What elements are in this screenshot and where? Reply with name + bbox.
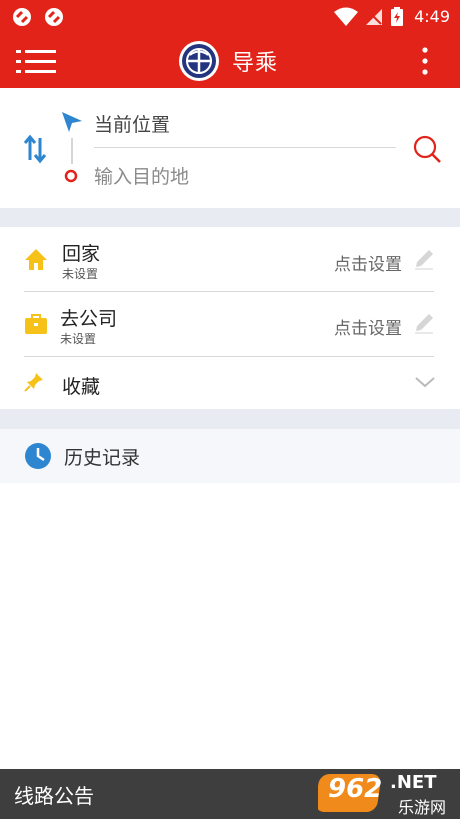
app-notification-icon — [45, 8, 63, 26]
wifi-icon — [334, 7, 358, 26]
edit-pencil-icon[interactable] — [412, 247, 436, 271]
watermark-brand: 962 — [328, 774, 383, 804]
clock-icon — [25, 443, 51, 469]
shortcut-home-subtitle: 未设置 — [62, 267, 99, 281]
status-time: 4:49 — [414, 7, 450, 26]
shortcut-work-action[interactable]: 点击设置 — [334, 314, 402, 339]
edit-pencil-icon[interactable] — [412, 311, 436, 335]
shortcut-home-title: 回家 — [62, 243, 101, 265]
watermark-logo: 962 .NET 乐游网 — [315, 772, 454, 817]
app-title-group: 导乘 — [178, 40, 278, 82]
search-icon[interactable] — [412, 134, 442, 164]
shortcut-home-action[interactable]: 点击设置 — [334, 250, 402, 275]
shortcut-work-title: 去公司 — [60, 308, 118, 330]
shortcut-work-subtitle: 未设置 — [60, 332, 97, 346]
watermark-suffix: .NET — [390, 772, 437, 793]
pin-icon — [24, 373, 43, 392]
section-separator — [0, 409, 460, 429]
current-location-icon — [62, 112, 82, 132]
input-divider — [94, 147, 396, 148]
battery-charging-icon — [391, 7, 403, 26]
announcement-label: 线路公告 — [14, 784, 94, 808]
home-icon — [25, 249, 47, 270]
destination-input[interactable] — [94, 164, 394, 190]
more-options-icon[interactable] — [412, 44, 438, 78]
route-connector-line — [71, 138, 73, 164]
briefcase-icon — [25, 314, 47, 334]
history-label: 历史记录 — [64, 447, 141, 469]
app-notification-icon — [13, 8, 31, 26]
route-input-card — [0, 88, 460, 208]
app-title: 导乘 — [232, 51, 279, 76]
no-signal-icon — [366, 9, 382, 25]
app-logo-icon — [179, 41, 219, 81]
origin-field[interactable]: 当前位置 — [94, 110, 170, 137]
destination-dot-icon — [64, 169, 78, 183]
swap-direction-icon[interactable] — [22, 134, 48, 164]
menu-icon[interactable] — [16, 44, 56, 78]
favorites-title: 收藏 — [62, 376, 101, 398]
watermark-sub: 乐游网 — [398, 798, 447, 817]
chevron-down-icon[interactable] — [414, 375, 436, 389]
section-separator — [0, 208, 460, 227]
